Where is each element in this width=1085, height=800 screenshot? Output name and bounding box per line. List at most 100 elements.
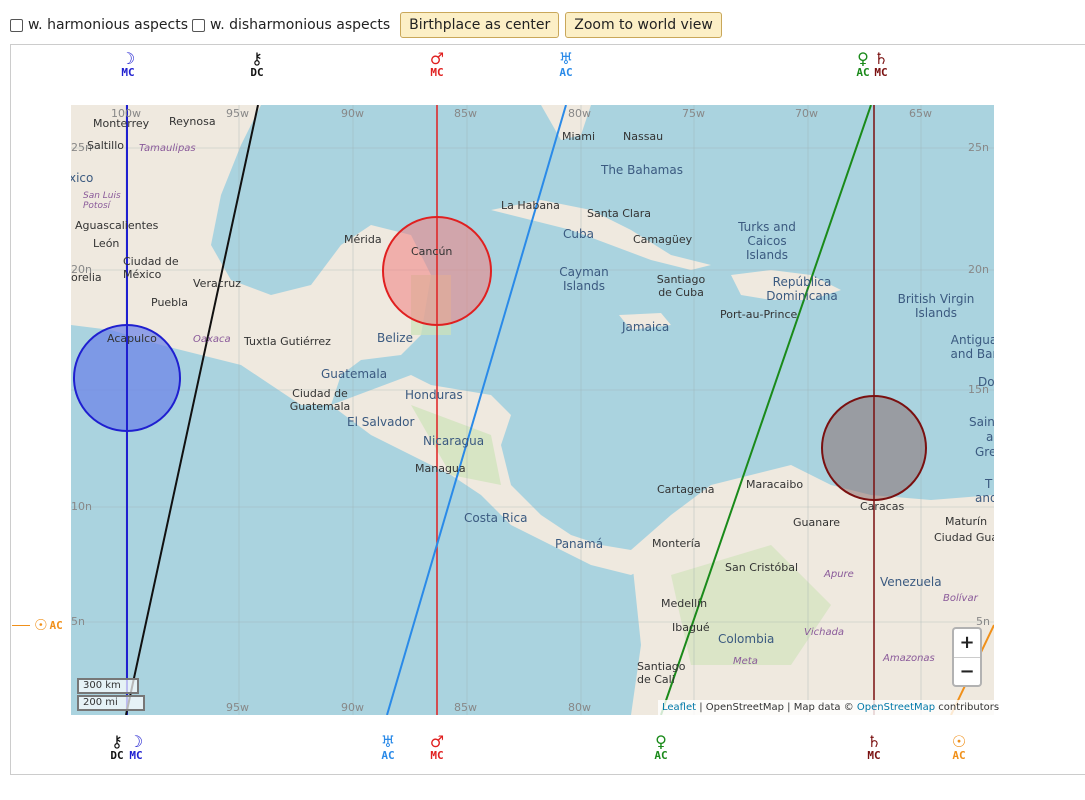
chiron-icon: ⚷ <box>251 49 263 68</box>
place-label: Cuba <box>563 227 594 241</box>
place-label: San Luis Potosí <box>83 191 121 211</box>
place-label: Oaxaca <box>193 334 231 345</box>
disharmonious-checkbox[interactable]: w. disharmonious aspects <box>192 17 390 33</box>
place-label: Guanare <box>793 516 840 529</box>
place-label: Maracaibo <box>746 478 804 491</box>
leaflet-link[interactable]: Leaflet <box>662 702 696 713</box>
place-label: Ciudad Gua <box>934 531 994 544</box>
lat-label: 25n <box>968 141 989 154</box>
moon-mc-top: ☽ MC <box>108 51 148 80</box>
attribution-tail: contributors <box>935 702 1000 713</box>
osm-link[interactable]: OpenStreetMap <box>857 702 935 713</box>
lon-label: 80w <box>568 701 591 714</box>
scale-mi: 200 mi <box>77 695 145 711</box>
place-label: The Bahamas <box>601 163 683 177</box>
birthplace-center-button[interactable]: Birthplace as center <box>400 12 560 38</box>
place-label: Costa Rica <box>464 511 528 525</box>
venus-ac-label: AC <box>654 749 668 762</box>
place-label: Cancún <box>411 245 453 258</box>
place-label: Apure <box>824 569 854 580</box>
scale-km: 300 km <box>77 678 139 694</box>
zoom-out-button[interactable]: − <box>954 658 980 686</box>
place-label: Cartagena <box>657 483 715 496</box>
place-label: Port-au-Prince <box>720 308 798 321</box>
place-label: Caracas <box>860 500 905 513</box>
saturn-icon: ♄ <box>866 732 882 751</box>
disharmonious-label: w. disharmonious aspects <box>210 17 391 33</box>
lon-label: 90w <box>341 701 364 714</box>
place-label: Reynosa <box>169 115 216 128</box>
zoom-control: + − <box>952 627 982 687</box>
place-label: Ciudad de Guatemala <box>289 387 351 413</box>
place-label: Veracruz <box>193 277 242 290</box>
place-label: Antigua and Bar <box>950 333 994 361</box>
harmonious-label: w. harmonious aspects <box>28 17 189 33</box>
map-canvas[interactable]: 100w 95w 90w 85w 80w 75w 70w 65w 95w 90w… <box>71 105 994 715</box>
uranus-icon: ♅ <box>380 732 396 751</box>
lat-label: 20n <box>968 263 989 276</box>
place-label: Meta <box>733 656 758 667</box>
place-label: La Habana <box>501 199 560 212</box>
place-label: Miami <box>562 130 596 143</box>
venus-icon: ♀ <box>655 732 667 751</box>
land-central-america <box>331 375 671 575</box>
zoom-world-button[interactable]: Zoom to world view <box>565 12 722 38</box>
place-label: Vichada <box>804 627 845 638</box>
chiron-dc-top: ⚷ DC <box>237 49 277 80</box>
place-label: British Virgin Islands <box>897 292 975 320</box>
lon-label: 85w <box>454 701 477 714</box>
saturn-mc-top: ♄ MC <box>861 49 901 80</box>
place-label: Ibagué <box>672 621 710 634</box>
place-label: Gre <box>975 445 994 459</box>
mars-mc-top: ♂ MC <box>417 51 457 80</box>
attribution-text: | OpenStreetMap | Map data © <box>696 702 857 713</box>
lon-label: 95w <box>226 107 249 120</box>
place-label: Venezuela <box>880 575 942 589</box>
place-label: León <box>93 237 120 250</box>
lon-label: 75w <box>682 107 705 120</box>
place-label: Maturín <box>945 515 988 528</box>
mars-icon: ♂ <box>429 732 445 751</box>
place-label: T <box>985 477 993 491</box>
sun-ac-left-marker: ☉ AC <box>12 616 63 634</box>
lon-label: 95w <box>226 701 249 714</box>
place-label: Sain <box>969 415 994 429</box>
place-label: Managua <box>415 462 466 475</box>
saturn-icon: ♄ <box>873 49 889 68</box>
map-base <box>71 105 994 715</box>
sun-icon: ☉ <box>951 732 967 751</box>
uranus-ac-label: AC <box>381 749 395 762</box>
uranus-ac-label: AC <box>559 66 573 79</box>
place-label: Tuxtla Gutiérrez <box>244 335 331 348</box>
place-label: Jamaica <box>622 320 670 334</box>
harmonious-checkbox[interactable]: w. harmonious aspects <box>10 17 188 33</box>
lon-label: 65w <box>909 107 932 120</box>
sun-icon: ☉ <box>34 616 48 634</box>
moon-mc-label: MC <box>121 66 135 79</box>
lon-label: 80w <box>568 107 591 120</box>
sun-ac-bottom: ☉ AC <box>939 732 979 763</box>
lon-label: 90w <box>341 107 364 120</box>
place-label: Amazonas <box>883 653 935 664</box>
moon-mc-bottom: ☽ MC <box>116 734 156 763</box>
lon-label: 70w <box>795 107 818 120</box>
place-label: San Cristóbal <box>725 561 799 574</box>
place-label: Santiago de Cali <box>637 660 686 686</box>
place-label: Aguascalientes <box>75 219 159 232</box>
uranus-ac-top: ♅ AC <box>546 51 586 80</box>
disharmonious-checkbox-box[interactable] <box>192 18 206 32</box>
place-label: El Salvador <box>347 415 415 429</box>
saturn-mc-label: MC <box>874 66 888 79</box>
place-label: Mérida <box>344 233 382 246</box>
uranus-ac-bottom: ♅ AC <box>368 732 408 763</box>
sun-ac-label: AC <box>49 618 63 632</box>
harmonious-checkbox-box[interactable] <box>10 18 23 32</box>
place-label: Tamaulipas <box>139 143 196 154</box>
place-label: Santiago de Cuba <box>656 273 706 299</box>
place-label: Cayman Islands <box>559 265 609 293</box>
place-label: Honduras <box>405 388 463 402</box>
zoom-in-button[interactable]: + <box>954 629 980 658</box>
place-label: Belize <box>377 331 413 345</box>
moon-mc-label: MC <box>129 749 143 762</box>
place-label: Guatemala <box>321 367 388 381</box>
